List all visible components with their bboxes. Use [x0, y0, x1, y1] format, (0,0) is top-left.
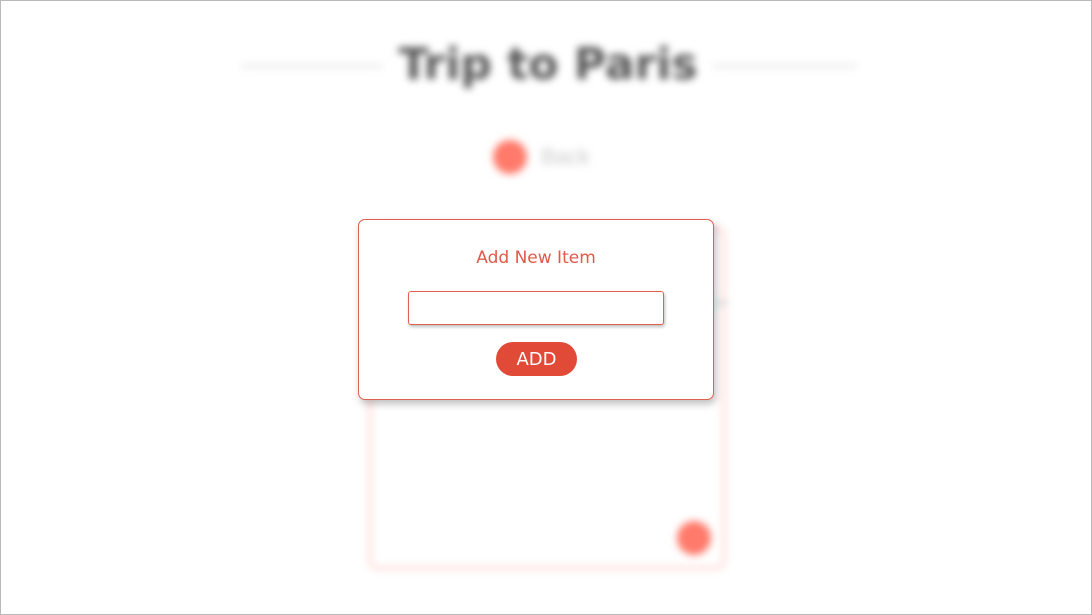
- back-icon: [493, 140, 527, 174]
- modal-title: Add New Item: [476, 248, 596, 268]
- floating-action-button[interactable]: [677, 521, 711, 555]
- title-divider-right: [713, 65, 857, 67]
- back-label: Back: [541, 144, 590, 169]
- page-title: Trip to Paris: [398, 39, 698, 90]
- title-divider-left: [241, 65, 383, 67]
- app-window: Trip to Paris Back Add New Item ADD: [0, 0, 1092, 615]
- card-edge-mark: [717, 301, 727, 305]
- new-item-input[interactable]: [408, 291, 664, 325]
- back-link[interactable]: Back: [493, 139, 590, 175]
- add-button[interactable]: ADD: [496, 342, 577, 376]
- add-item-modal: Add New Item ADD: [358, 219, 714, 400]
